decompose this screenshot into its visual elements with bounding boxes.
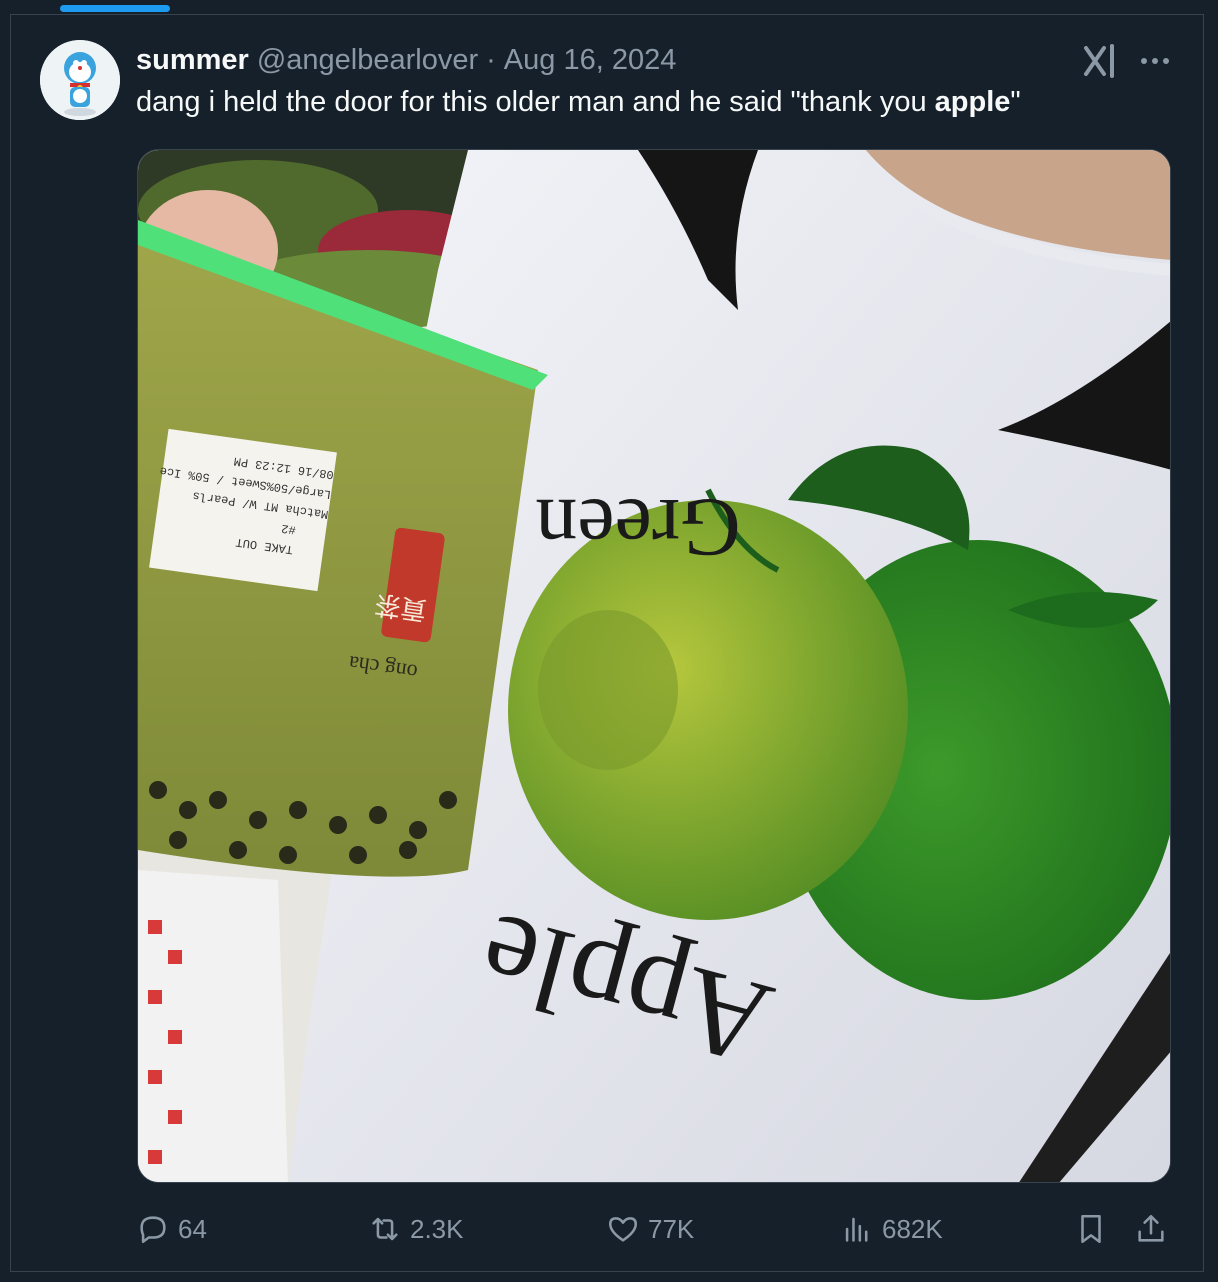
avatar[interactable]: [40, 40, 120, 120]
tweet-date[interactable]: Aug 16, 2024: [504, 44, 677, 77]
more-icon[interactable]: [1136, 42, 1174, 80]
display-name[interactable]: summer: [136, 44, 249, 77]
views-icon: [845, 1217, 868, 1242]
tab-active-indicator: [60, 5, 170, 12]
tweet-text: dang i held the door for this older man …: [136, 86, 1021, 119]
reply-count: 64: [178, 1213, 207, 1244]
repost-icon: [372, 1217, 398, 1241]
share-icon: [1138, 1214, 1164, 1242]
reply-icon: [140, 1216, 166, 1244]
separator: ·: [486, 43, 496, 76]
reply-button[interactable]: 64: [136, 1206, 207, 1252]
tweet-photo[interactable]: Green Apple TAKE OUT #2 Matcha MT W/ Pea…: [137, 149, 1171, 1183]
like-button[interactable]: 77K: [606, 1206, 694, 1252]
bookmark-icon: [1081, 1214, 1101, 1244]
tweet-header: summer @angelbearlover · Aug 16, 2024: [136, 42, 676, 78]
share-button[interactable]: [1134, 1206, 1168, 1252]
like-count: 77K: [648, 1213, 695, 1244]
photo-illustration: Green Apple TAKE OUT #2 Matcha MT W/ Pea…: [138, 150, 1170, 1182]
user-handle[interactable]: @angelbearlover: [257, 44, 478, 77]
tweet-text-main: dang i held the door for this older man …: [136, 86, 935, 118]
grok-icon[interactable]: [1080, 42, 1120, 80]
tweet-text-bold: apple: [934, 86, 1011, 118]
avatar-image: [40, 40, 120, 120]
views-count: 682K: [882, 1213, 943, 1244]
views-button[interactable]: 682K: [840, 1206, 943, 1252]
repost-count: 2.3K: [410, 1213, 464, 1244]
label-line-2: #2: [280, 521, 296, 537]
shirt-text-top: Green: [535, 481, 740, 574]
tweet-text-end: ": [1010, 86, 1021, 118]
like-icon: [608, 1217, 638, 1242]
bookmark-button[interactable]: [1074, 1206, 1108, 1252]
repost-button[interactable]: 2.3K: [368, 1206, 464, 1252]
tweet-actions: 64 2.3K 77K 682K: [136, 1206, 1176, 1252]
